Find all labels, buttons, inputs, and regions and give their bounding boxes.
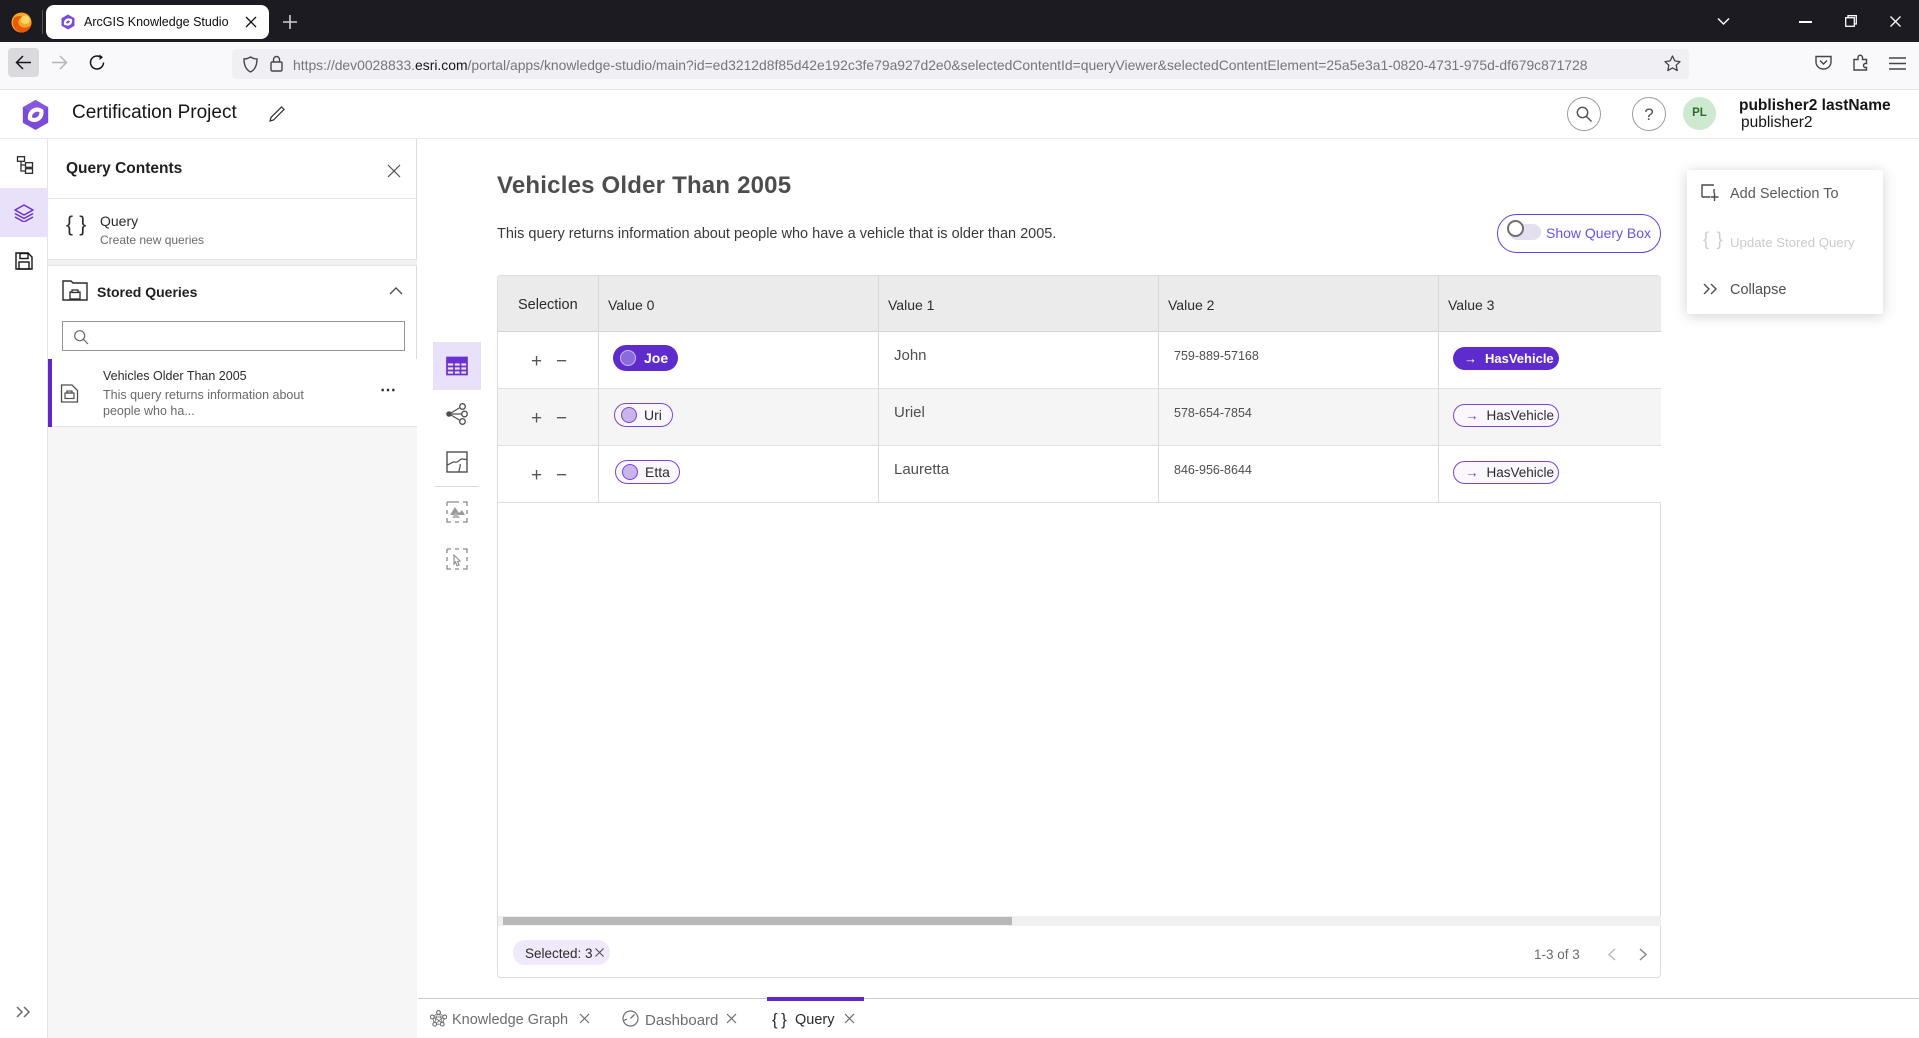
svg-text:?: ? (1644, 105, 1653, 124)
